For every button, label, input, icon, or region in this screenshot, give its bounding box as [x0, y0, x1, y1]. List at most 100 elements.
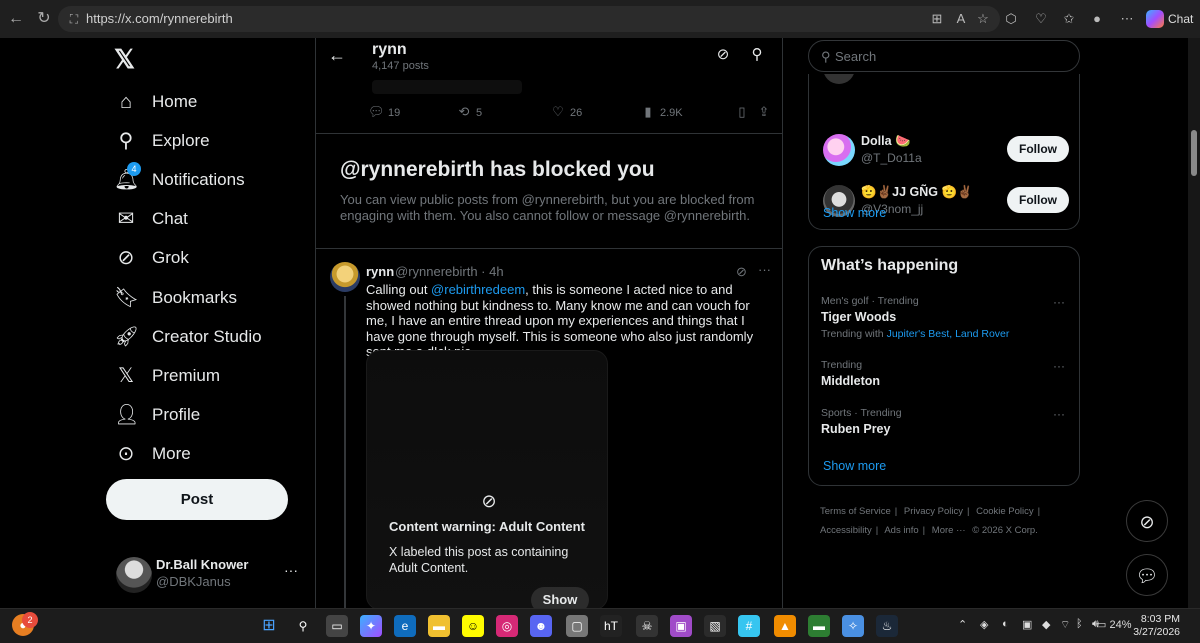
mention-link[interactable]: @rebirthredeem [431, 282, 525, 297]
copilot-chat-button[interactable]: Chat [1142, 6, 1196, 32]
search-icon[interactable]: ⚲ [292, 615, 314, 637]
app-icon[interactable]: ▣ [670, 615, 692, 637]
url-text[interactable]: https://x.com/rynnerebirth [86, 11, 233, 26]
repost-button[interactable]: ⟲ 5 [456, 104, 483, 126]
views-button[interactable]: ▮ 2.9K [640, 104, 683, 126]
nav-premium[interactable]: 𝕏 Premium [114, 362, 304, 392]
clock[interactable]: 8:03 PM 3/27/2026 [1120, 613, 1180, 639]
bluetooth-icon[interactable]: ᛒ [1076, 618, 1083, 630]
trend-more-icon[interactable]: ··· [1053, 407, 1065, 421]
ht-app-icon[interactable]: hT [600, 615, 622, 637]
nav-grok[interactable]: ⊘ Grok [114, 244, 304, 274]
trend-item[interactable]: Sports · Trending Ruben Prey ··· [821, 407, 1071, 436]
search-input[interactable]: ⚲ Search [808, 40, 1080, 72]
follow-button[interactable]: Follow [1007, 136, 1069, 162]
edge-icon[interactable]: e [394, 615, 416, 637]
page-scrollbar[interactable] [1188, 38, 1200, 608]
follow-suggestion[interactable] [821, 74, 1071, 116]
show-button[interactable]: Show [531, 587, 589, 608]
reply-button[interactable]: 💬︎ 19 [368, 104, 400, 126]
app-tray-icon[interactable]: ◐ [1002, 618, 1009, 630]
accessibility-link[interactable]: Accessibility [820, 525, 872, 536]
app-icon[interactable]: ▬ [808, 615, 830, 637]
settings-more-icon[interactable]: ⋯ [1118, 10, 1136, 28]
back-arrow-icon[interactable]: ← [6, 9, 26, 29]
site-info-icon[interactable]: ⛶ [66, 11, 82, 27]
favorites-icon[interactable]: ✩ [1060, 10, 1078, 28]
app-icon[interactable]: ▧ [704, 615, 726, 637]
nav-more[interactable]: ⊙ More [114, 440, 304, 470]
messages-fab-icon[interactable]: 💬︎ [1126, 554, 1168, 596]
back-arrow-icon[interactable]: ← [328, 46, 346, 64]
app-icon[interactable]: ✧ [842, 615, 864, 637]
grok-fab-icon[interactable]: ⊘ [1126, 500, 1168, 542]
footer-links: Terms of Service | Privacy Policy | Cookie… [820, 502, 1080, 540]
nav-home[interactable]: ⌂ Home [114, 88, 304, 118]
slack-icon[interactable]: # [738, 615, 760, 637]
follow-button[interactable]: Follow [1007, 187, 1069, 213]
nav-chat[interactable]: ✉ Chat [114, 205, 304, 235]
task-view-icon[interactable]: ▭ [326, 615, 348, 637]
nav-notifications[interactable]: 🔔︎ 4 Notifications [114, 162, 304, 196]
trend-more-icon[interactable]: ··· [1053, 295, 1065, 309]
share-button[interactable]: ⇪ [756, 104, 776, 126]
app-tray-icon[interactable]: ▣ [1022, 618, 1032, 631]
cookie-link[interactable]: Cookie Policy [976, 506, 1034, 517]
app-icon[interactable]: ☠ [636, 615, 658, 637]
avatar[interactable] [330, 262, 360, 292]
scrollbar-thumb[interactable] [1191, 130, 1197, 176]
apps-icon[interactable]: ⊞ [928, 10, 946, 28]
more-options-icon[interactable]: ··· [758, 262, 771, 277]
system-tray: ⌃ ◈ ◐ ▣ ◆ ⌔ ᛒ 🔊︎ [958, 616, 1108, 636]
vlc-icon[interactable]: ▲ [774, 615, 796, 637]
terms-link[interactable]: Terms of Service [820, 506, 891, 517]
account-switcher[interactable]: Dr.Ball Knower @DBKJanus ··· [114, 554, 306, 598]
trend-with-links[interactable]: Jupiter's Best, Land Rover [887, 328, 1010, 340]
address-bar[interactable]: ⛶ https://x.com/rynnerebirth [58, 6, 1000, 32]
read-aloud-icon[interactable]: A [952, 10, 970, 28]
x-logo-icon[interactable]: 𝕏 [114, 46, 140, 72]
post-button[interactable]: Post [106, 479, 288, 520]
search-icon[interactable]: ⚲ [748, 46, 766, 64]
nav-bookmarks[interactable]: 🔖︎ Bookmarks [114, 284, 304, 314]
tweet-author-handle[interactable]: @rynnerebirth · 4h [395, 264, 504, 279]
browser-essentials-icon[interactable]: ♡ [1032, 10, 1050, 28]
security-icon[interactable]: ◈ [980, 618, 988, 631]
trend-item[interactable]: Men's golf · Trending Tiger Woods Trendi… [821, 295, 1071, 340]
favorite-star-icon[interactable]: ☆ [974, 10, 992, 28]
nav-explore[interactable]: ⚲ Explore [114, 127, 304, 157]
snapchat-icon[interactable]: ☺ [462, 615, 484, 637]
profile-avatar-icon[interactable]: ● [1088, 10, 1106, 28]
bookmark-button[interactable]: ▯ [734, 104, 754, 126]
follow-show-more-link[interactable]: Show more [823, 206, 886, 220]
privacy-link[interactable]: Privacy Policy [904, 506, 963, 517]
extensions-icon[interactable]: ⬡ [1002, 10, 1020, 28]
nav-profile[interactable]: 👤︎ Profile [114, 401, 304, 431]
windows-start-icon[interactable]: ⊞ [258, 615, 280, 637]
tweet[interactable]: rynn @rynnerebirth · 4h ⊘ ··· Calling ou… [316, 260, 782, 608]
ads-info-link[interactable]: Ads info [884, 525, 918, 536]
follow-suggestion[interactable]: Dolla 🍉 @T_Do11a Follow [821, 130, 1071, 170]
discord-icon[interactable]: ☻ [530, 615, 552, 637]
views-count: 2.9K [660, 107, 683, 119]
app-tray-icon[interactable]: ◆ [1042, 618, 1050, 631]
refresh-icon[interactable]: ↻ [34, 9, 54, 29]
chat-app-icon[interactable]: ▢ [566, 615, 588, 637]
trend-more-icon[interactable]: ··· [1053, 359, 1065, 373]
happening-show-more-link[interactable]: Show more [823, 459, 886, 473]
grok-icon[interactable]: ⊘ [714, 46, 732, 64]
blocked-description: You can view public posts from @rynnereb… [340, 192, 755, 223]
tweet-author-name[interactable]: rynn [366, 264, 394, 279]
steam-icon[interactable]: ♨ [876, 615, 898, 637]
copilot-app-icon[interactable]: ✦ [360, 615, 382, 637]
instagram-icon[interactable]: ◎ [496, 615, 518, 637]
wifi-icon[interactable]: ⌔ [1060, 618, 1070, 632]
grok-icon[interactable]: ⊘ [736, 264, 747, 280]
account-more-icon[interactable]: ··· [284, 562, 298, 578]
file-explorer-icon[interactable]: ▬ [428, 615, 450, 637]
trend-item[interactable]: Trending Middleton ··· [821, 359, 1071, 388]
like-button[interactable]: ♡ 26 [550, 104, 582, 126]
chevron-up-icon[interactable]: ⌃ [958, 618, 967, 631]
more-link[interactable]: More ··· [932, 525, 966, 536]
nav-creator-studio[interactable]: 🚀︎ Creator Studio [114, 323, 304, 353]
